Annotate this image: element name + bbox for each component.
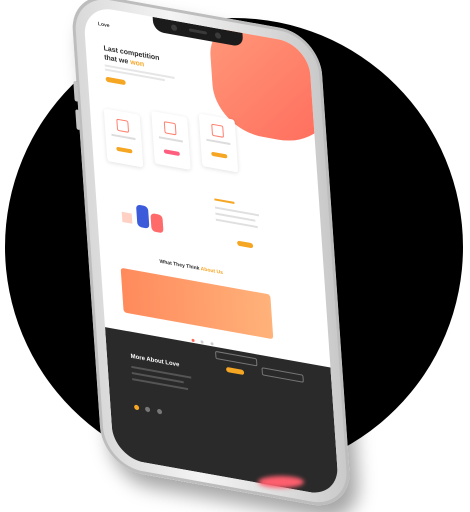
illustration-person <box>135 204 150 229</box>
camera-dot <box>170 24 178 32</box>
volume-button <box>75 109 81 131</box>
brand-logo[interactable]: Love <box>98 21 110 29</box>
service-icon <box>211 123 225 138</box>
service-card[interactable] <box>198 113 239 173</box>
testimonials-title: What They Think About Us <box>159 259 223 276</box>
illustration-box <box>121 211 133 224</box>
team-illustration <box>115 191 178 252</box>
carousel-dot[interactable] <box>200 340 205 344</box>
volume-button <box>73 80 79 102</box>
hero-cta-button[interactable] <box>105 76 126 86</box>
card-text-line <box>111 133 136 141</box>
card-button[interactable] <box>163 149 180 157</box>
service-icon <box>163 121 177 136</box>
card-text-line <box>206 138 231 146</box>
social-icon[interactable] <box>145 406 151 413</box>
card-button[interactable] <box>116 146 133 154</box>
card-button[interactable] <box>211 151 228 159</box>
hero-title-accent: won <box>129 58 145 69</box>
phone-screen: Love Last competition that we won What T… <box>82 4 340 498</box>
testimonials-title-accent: About Us <box>200 266 224 277</box>
phone-frame: Love Last competition that we won What T… <box>70 0 353 512</box>
service-card[interactable] <box>103 108 144 168</box>
about-heading-line <box>214 198 235 204</box>
phone-notch <box>152 16 244 48</box>
card-text-line <box>158 136 183 143</box>
carousel-dot[interactable] <box>210 341 214 346</box>
social-icon[interactable] <box>133 404 140 411</box>
testimonial-card <box>120 267 274 340</box>
social-icon[interactable] <box>156 408 163 415</box>
about-button[interactable] <box>236 240 254 249</box>
sensor-dot <box>214 32 222 40</box>
service-card[interactable] <box>151 110 191 171</box>
phone-mockup: Love Last competition that we won What T… <box>0 0 470 512</box>
testimonials-title-text: What They Think <box>159 258 200 272</box>
service-icon <box>116 118 130 133</box>
bottom-accent-glow <box>258 476 304 488</box>
illustration-person <box>150 212 164 234</box>
carousel-dot[interactable] <box>191 338 195 343</box>
speaker-grille <box>188 28 208 35</box>
